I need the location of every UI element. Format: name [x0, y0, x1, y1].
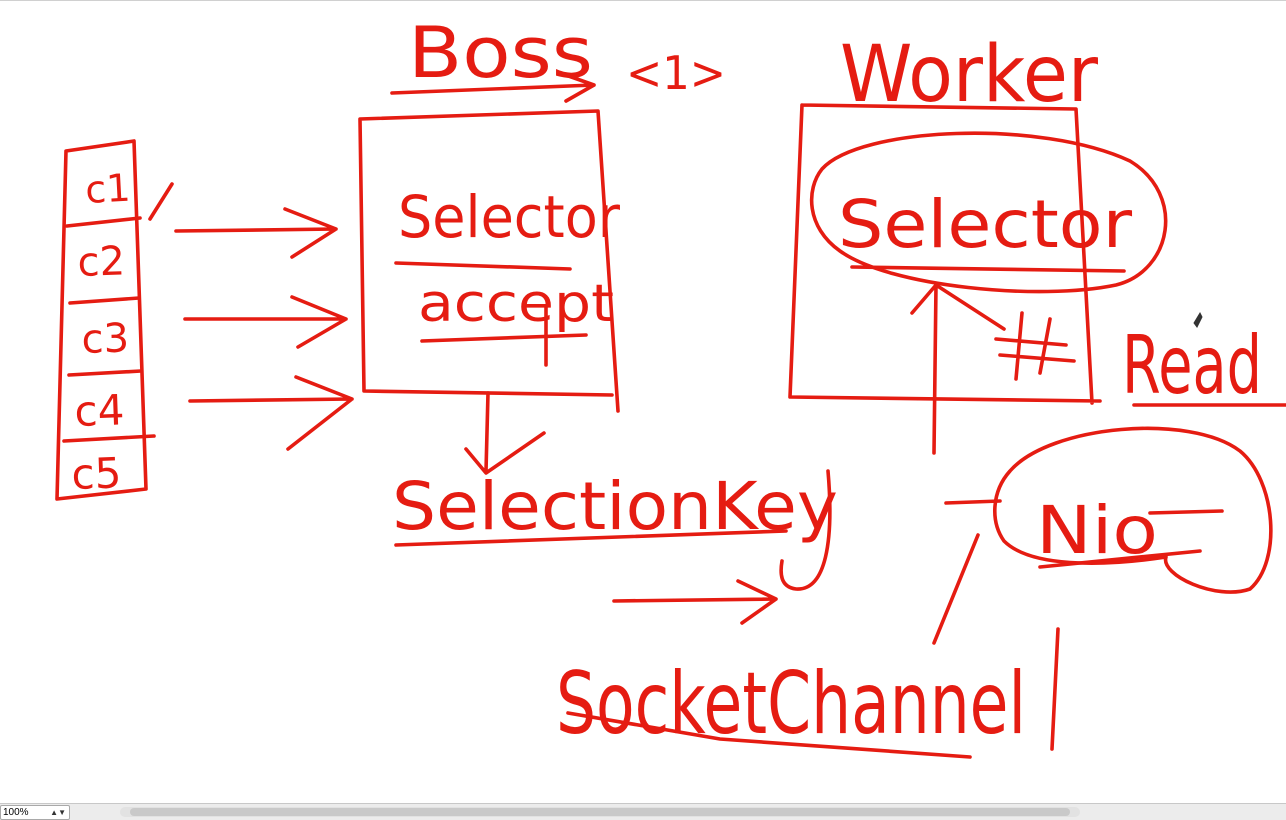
client-divider-2	[68, 296, 141, 305]
boss-accept: accept	[418, 274, 614, 334]
zoom-select[interactable]: 100% ▲▼	[0, 805, 70, 820]
nio-group: Nio	[944, 426, 1273, 594]
client-label-5: c5	[71, 448, 123, 499]
worker-selector: Selector	[838, 186, 1133, 263]
arrow-c4-to-boss	[188, 375, 354, 451]
zoom-value: 100%	[3, 807, 29, 818]
up-down-chevron-icon[interactable]: ▲▼	[50, 806, 66, 819]
arrow-c2-to-boss	[174, 207, 338, 259]
client-divider-1	[65, 216, 142, 228]
client-list: c1 c2 c3 c4 c5	[55, 139, 174, 501]
whiteboard-canvas[interactable]: c1 c2 c3 c4 c5 Boss <1> Selector accept	[0, 0, 1286, 803]
horizontal-scrollbar[interactable]	[120, 807, 1080, 817]
socket-channel-bar	[1050, 627, 1060, 751]
socket-channel-label: SocketChannel	[556, 654, 1026, 754]
client-label-4: c4	[74, 385, 126, 436]
boss-selector-underline	[394, 261, 572, 271]
arrow-c3-to-boss	[183, 295, 348, 349]
boss-box	[358, 109, 620, 413]
scribble-mark	[994, 311, 1076, 381]
nio-entry-line	[944, 499, 1002, 505]
socket-channel-to-nio-line	[932, 533, 980, 645]
selection-key-label: SelectionKey	[392, 468, 838, 545]
client-tick	[148, 182, 174, 221]
nio-diagram: c1 c2 c3 c4 c5 Boss <1> Selector accept	[55, 12, 1286, 759]
client-to-boss-arrows	[174, 207, 354, 451]
status-bar: 100% ▲▼	[0, 803, 1286, 820]
boss-title: Boss	[408, 12, 593, 94]
client-label-1: c1	[84, 166, 131, 212]
boss-group: Boss <1> Selector accept	[358, 12, 726, 475]
client-label-3: c3	[81, 315, 130, 363]
client-label-2: c2	[77, 238, 126, 286]
horizontal-scrollbar-thumb[interactable]	[130, 808, 1070, 816]
worker-read: Read	[1122, 319, 1262, 412]
worker-group: Worker Selector Read	[788, 30, 1286, 455]
client-divider-4	[62, 434, 156, 443]
boss-accept-underline	[420, 333, 588, 343]
client-divider-3	[67, 369, 143, 377]
selectionkey-to-socketchannel-arrow	[612, 579, 778, 625]
selection-key-group: SelectionKey	[392, 468, 838, 625]
socket-channel-group: SocketChannel	[556, 533, 1060, 759]
nio-to-worker-arrow	[910, 283, 1006, 455]
boss-to-selectionkey-arrow	[464, 391, 546, 475]
boss-count: <1>	[626, 46, 726, 100]
nio-strike	[1148, 509, 1224, 515]
boss-selector: Selector	[398, 183, 620, 251]
